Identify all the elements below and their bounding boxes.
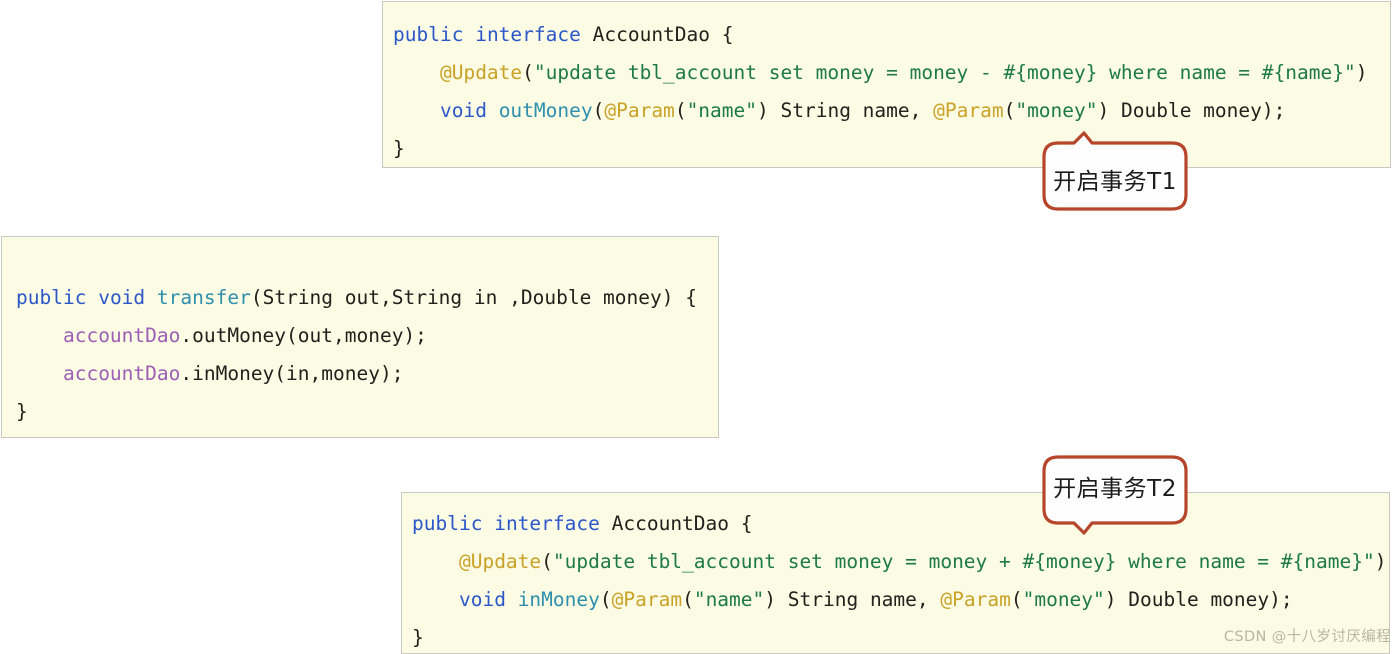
code-token-plain: ) String name, <box>757 99 934 122</box>
code-token-plain: .outMoney(out,money); <box>180 324 427 347</box>
code-line: public void transfer(String out,String i… <box>16 279 718 317</box>
code-token-kw: public <box>393 23 464 46</box>
code-token-plain: ( <box>592 99 605 122</box>
code-token-str: "money" <box>1015 99 1098 122</box>
code-token-plain: .inMoney(in,money); <box>180 362 404 385</box>
code-token-anno: @Param <box>940 588 1011 611</box>
code-token-plain: ( <box>599 588 612 611</box>
code-token-str: "update tbl_account set money = money - … <box>533 61 1356 84</box>
code-token-kw: public <box>16 286 87 309</box>
code-token-kw: interface <box>475 23 581 46</box>
code-token-method: inMoney <box>517 588 600 611</box>
code-token-field: accountDao <box>62 362 181 385</box>
code-token-anno: @Param <box>933 99 1004 122</box>
code-token-plain: } <box>16 400 28 423</box>
callout-transaction-t2: 开启事务T2 <box>1030 447 1200 535</box>
code-token-field: accountDao <box>62 324 181 347</box>
code-token-method: outMoney <box>498 99 593 122</box>
code-line: void outMoney(@Param("name") String name… <box>393 92 1390 130</box>
code-token-anno: @Param <box>611 588 683 611</box>
code-line: public interface AccountDao { <box>393 16 1390 54</box>
code-token-anno: @Update <box>439 61 523 84</box>
code-token-kw: void <box>458 588 506 611</box>
code-token-kw: void <box>98 286 146 309</box>
code-line: @Update("update tbl_account set money = … <box>412 543 1389 581</box>
code-token-str: "name" <box>693 588 765 611</box>
code-line: void inMoney(@Param("name") String name,… <box>412 581 1389 619</box>
code-line: public interface AccountDao { <box>412 505 1389 543</box>
code-token-plain: ( <box>682 588 694 611</box>
code-token-plain: } <box>412 626 424 649</box>
code-token-plain: ) Double money); <box>1097 99 1286 122</box>
code-token-str: "money" <box>1022 588 1105 611</box>
code-token-plain: AccountDao { <box>580 23 734 46</box>
code-token-plain: ( <box>1010 588 1023 611</box>
code-block-account-dao-out: public interface AccountDao { @Update("u… <box>382 1 1391 168</box>
code-token-plain: ( <box>522 61 534 84</box>
code-token-kw: void <box>439 99 487 122</box>
callout-t1-label: 开启事务T1 <box>1053 168 1177 195</box>
code-token-plain: ) <box>1355 61 1368 84</box>
code-token-plain: AccountDao { <box>599 512 753 535</box>
code-token-plain: } <box>393 137 405 160</box>
code-line: } <box>393 130 1390 167</box>
code-block-transfer: public void transfer(String out,String i… <box>1 236 719 438</box>
code-token-kw: public <box>412 512 483 535</box>
code-token-plain: ( <box>1003 99 1016 122</box>
code-token-str: "name" <box>686 99 758 122</box>
code-token-plain: (String out,String in ,Double money) { <box>250 286 697 309</box>
callout-transaction-t1: 开启事务T1 <box>1030 131 1200 219</box>
code-token-str: "update tbl_account set money = money + … <box>552 550 1375 573</box>
code-token-method: transfer <box>156 286 251 309</box>
code-line: accountDao.outMoney(out,money); <box>16 317 718 355</box>
code-token-plain: ) Double money); <box>1104 588 1293 611</box>
code-token-kw: interface <box>494 512 600 535</box>
callout-t2-label: 开启事务T2 <box>1053 476 1177 502</box>
code-token-anno: @Param <box>604 99 675 122</box>
csdn-watermark: CSDN @十八岁讨厌编程 <box>1223 629 1391 645</box>
code-token-plain: ) <box>1374 550 1387 573</box>
code-token-plain: ( <box>541 550 553 573</box>
diagram-canvas: public interface AccountDao { @Update("u… <box>0 0 1400 654</box>
code-token-plain: ) String name, <box>764 588 941 611</box>
code-token-plain: ( <box>674 99 687 122</box>
code-line: @Update("update tbl_account set money = … <box>393 54 1390 92</box>
code-line: } <box>16 393 718 431</box>
code-line: accountDao.inMoney(in,money); <box>16 355 718 393</box>
code-token-anno: @Update <box>458 550 542 573</box>
